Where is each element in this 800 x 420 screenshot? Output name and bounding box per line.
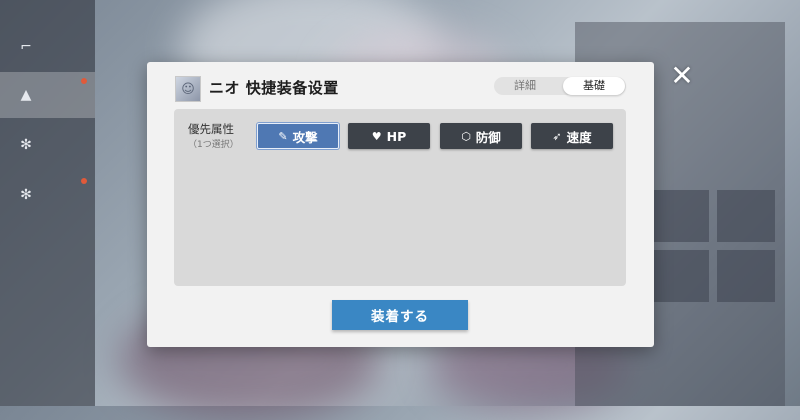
attr-label: 速度 — [566, 129, 592, 145]
modal-title: ニオ 快捷装备设置 — [209, 79, 339, 97]
priority-label: 優先属性 — [188, 122, 234, 136]
attr-label: 防御 — [475, 129, 501, 145]
nav-icon: ✻ — [20, 137, 32, 153]
nav-icon: ✻ — [20, 187, 32, 203]
nav-item-4[interactable]: ✻ — [0, 172, 95, 218]
notification-dot — [81, 178, 87, 184]
notification-dot — [81, 78, 87, 84]
attr-defense-button[interactable]: ⬡ 防御 — [440, 123, 522, 149]
heart-icon: ♥ — [371, 129, 382, 143]
attr-attack-button[interactable]: ✎ 攻撃 — [257, 123, 339, 149]
pencil-icon: ✎ — [278, 129, 288, 143]
tab-switch: 詳細 基礎 — [494, 77, 626, 95]
nav-item-1[interactable]: ⌐ — [0, 24, 95, 70]
settings-area: 優先属性 （1つ選択） ✎ 攻撃 ♥ HP ⬡ 防御 ➶ 速度 — [174, 109, 626, 286]
nav-item-2[interactable]: ▲ — [0, 72, 95, 118]
tab-detail[interactable]: 詳細 — [494, 77, 556, 95]
side-nav: ⌐ ▲ ✻ ✻ — [0, 0, 95, 406]
priority-sublabel: （1つ選択） — [188, 140, 239, 150]
attr-label: 攻撃 — [292, 129, 318, 145]
equip-button[interactable]: 装着する — [332, 300, 468, 330]
tab-basic[interactable]: 基礎 — [563, 77, 625, 95]
wing-icon: ➶ — [552, 129, 562, 143]
nav-item-3[interactable]: ✻ — [0, 122, 95, 168]
nav-icon: ▲ — [20, 87, 32, 103]
character-avatar: ☺ — [175, 76, 201, 102]
attr-speed-button[interactable]: ➶ 速度 — [531, 123, 613, 149]
quick-equip-modal: ☺ ニオ 快捷装备设置 詳細 基礎 優先属性 （1つ選択） ✎ 攻撃 ♥ HP … — [147, 62, 654, 347]
attr-hp-button[interactable]: ♥ HP — [348, 123, 430, 149]
close-icon[interactable]: ✕ — [668, 62, 696, 90]
attr-label: HP — [386, 128, 407, 144]
hexagon-icon: ⬡ — [461, 129, 471, 143]
nav-icon: ⌐ — [20, 39, 32, 55]
